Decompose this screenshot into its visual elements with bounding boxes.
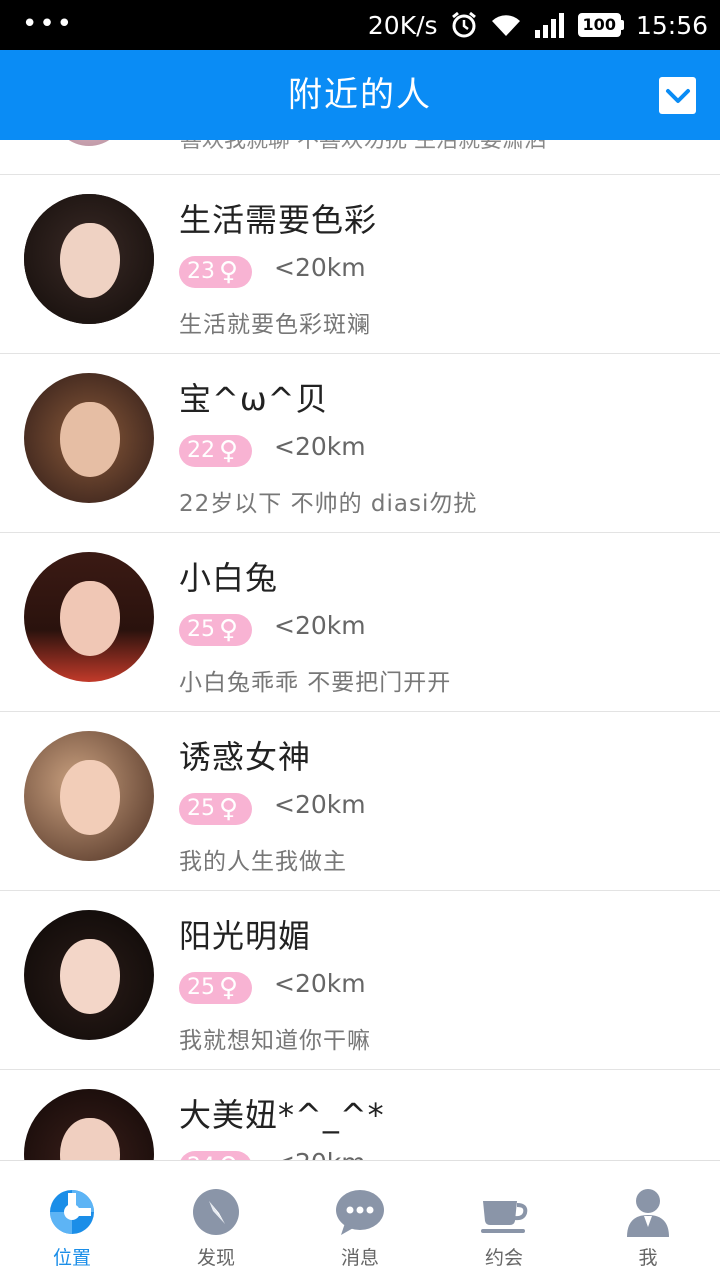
nav-item-location[interactable]: 位置 xyxy=(0,1161,144,1280)
nav-label: 发现 xyxy=(196,1247,235,1269)
alarm-icon xyxy=(450,11,478,39)
nearby-user-list[interactable]: 喜欢我就聊 不喜欢勿扰 生活就要潇洒 生活需要色彩 23 ♀ <20km 生活就要… xyxy=(0,140,720,1160)
distance-label: <20km xyxy=(274,1148,366,1160)
user-name: 阳光明媚 xyxy=(179,917,312,955)
distance-label: <20km xyxy=(274,432,366,461)
user-name: 诱惑女神 xyxy=(179,738,312,776)
app-header: 附近的人 xyxy=(0,50,720,140)
user-signature: 22岁以下 不帅的 diasi勿扰 xyxy=(179,491,478,517)
user-signature: 生活就要色彩斑斓 xyxy=(179,312,371,338)
distance-label: <20km xyxy=(274,253,366,282)
user-signature: 我的人生我做主 xyxy=(179,849,347,875)
nav-label: 位置 xyxy=(52,1247,91,1269)
user-signature: 小白兔乖乖 不要把门开开 xyxy=(179,670,452,696)
avatar xyxy=(24,194,154,324)
female-icon: ♀ xyxy=(219,436,239,466)
avatar xyxy=(24,910,154,1040)
user-name: 宝^ω^贝 xyxy=(179,380,329,418)
nav-item-dating[interactable]: 约会 xyxy=(432,1161,576,1280)
list-item[interactable]: 宝^ω^贝 22 ♀ <20km 22岁以下 不帅的 diasi勿扰 xyxy=(0,354,720,533)
avatar xyxy=(24,1089,154,1160)
user-signature: 我就想知道你干嘛 xyxy=(179,1028,371,1054)
distance-label: <20km xyxy=(274,790,366,819)
age-gender-badge: 25 ♀ xyxy=(179,614,252,646)
nav-item-discover[interactable]: 发现 xyxy=(144,1161,288,1280)
list-item[interactable]: 大美妞*^_^* 24♀ <20km xyxy=(0,1070,720,1160)
age-label: 25 xyxy=(187,796,215,821)
nav-item-messages[interactable]: 消息 xyxy=(288,1161,432,1280)
female-icon: ♀ xyxy=(219,794,239,824)
nav-item-me[interactable]: 我 xyxy=(576,1161,720,1280)
coffee-icon xyxy=(481,1201,528,1233)
status-bar: ••• 20K/s 100 15:56 xyxy=(0,0,720,50)
notification-dots-icon: ••• xyxy=(22,9,75,39)
list-item-partial[interactable]: 喜欢我就聊 不喜欢勿扰 生活就要潇洒 xyxy=(0,140,720,175)
location-icon xyxy=(50,1190,94,1234)
battery-icon: 100 xyxy=(577,13,624,37)
person-icon xyxy=(627,1189,669,1237)
distance-label: <20km xyxy=(274,969,366,998)
female-icon: ♀ xyxy=(219,1151,238,1160)
age-gender-badge: 23 ♀ xyxy=(179,256,252,288)
battery-level: 100 xyxy=(577,13,621,37)
list-item[interactable]: 生活需要色彩 23 ♀ <20km 生活就要色彩斑斓 xyxy=(0,175,720,354)
compass-icon xyxy=(193,1189,239,1235)
avatar xyxy=(24,552,154,682)
age-gender-badge: 25 ♀ xyxy=(179,793,252,825)
age-label: 23 xyxy=(187,259,215,284)
nav-label: 约会 xyxy=(484,1247,523,1269)
age-gender-badge: 25 ♀ xyxy=(179,972,252,1004)
page-title: 附近的人 xyxy=(288,75,432,115)
bottom-navigation: 位置 发现 消息 约会 我 xyxy=(0,1160,720,1280)
age-label: 22 xyxy=(187,438,215,463)
age-label: 25 xyxy=(187,975,215,1000)
age-gender-badge: 22 ♀ xyxy=(179,435,252,467)
age-gender-badge: 24♀ xyxy=(179,1151,252,1160)
female-icon: ♀ xyxy=(219,257,239,287)
chat-icon xyxy=(336,1190,384,1235)
chevron-down-icon xyxy=(665,88,690,103)
age-label: 25 xyxy=(187,617,215,642)
list-item[interactable]: 小白兔 25 ♀ <20km 小白兔乖乖 不要把门开开 xyxy=(0,533,720,712)
avatar xyxy=(54,140,124,146)
user-name: 小白兔 xyxy=(179,559,279,597)
user-signature: 喜欢我就聊 不喜欢勿扰 生活就要潇洒 xyxy=(180,140,546,153)
signal-icon xyxy=(534,12,566,38)
nav-label: 消息 xyxy=(340,1247,379,1269)
clock: 15:56 xyxy=(635,10,708,40)
user-name: 生活需要色彩 xyxy=(179,201,378,239)
list-item[interactable]: 阳光明媚 25 ♀ <20km 我就想知道你干嘛 xyxy=(0,891,720,1070)
avatar xyxy=(24,731,154,861)
female-icon: ♀ xyxy=(219,973,239,1003)
distance-label: <20km xyxy=(274,611,366,640)
wifi-icon xyxy=(490,12,522,38)
filter-dropdown-button[interactable] xyxy=(659,77,696,114)
user-name: 大美妞*^_^* xyxy=(179,1096,385,1134)
nav-label: 我 xyxy=(638,1247,658,1269)
net-speed: 20K/s xyxy=(367,10,438,40)
avatar xyxy=(24,373,154,503)
list-item[interactable]: 诱惑女神 25 ♀ <20km 我的人生我做主 xyxy=(0,712,720,891)
female-icon: ♀ xyxy=(219,615,239,645)
